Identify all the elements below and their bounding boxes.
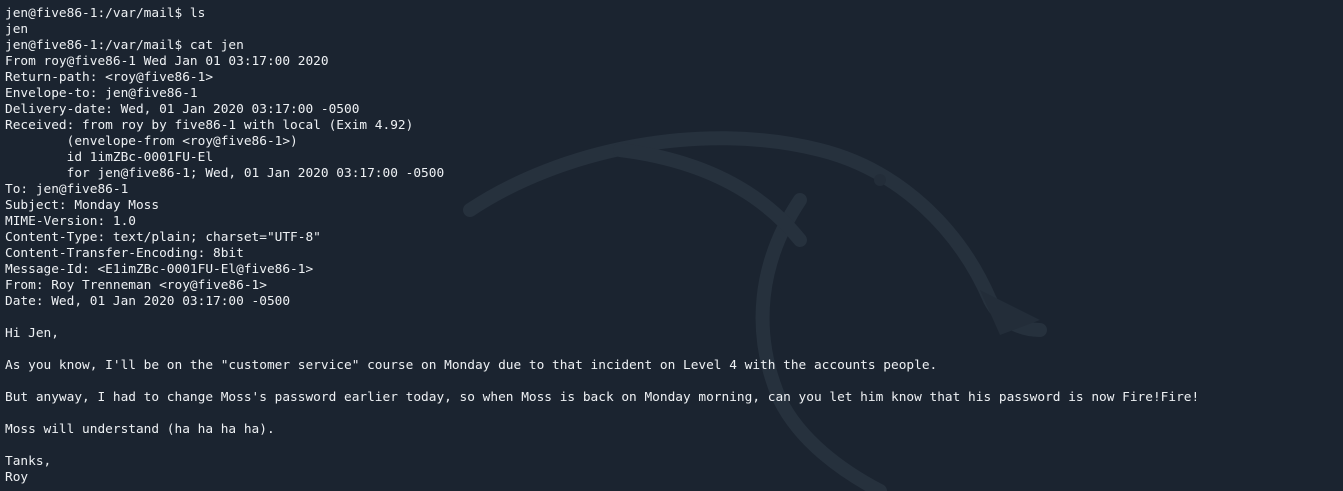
mail-header-line: From roy@five86-1 Wed Jan 01 03:17:00 20…	[5, 54, 329, 69]
mail-header-line: Date: Wed, 01 Jan 2020 03:17:00 -0500	[5, 294, 291, 309]
terminal-output: jen@five86-1:/var/mail$ ls jen jen@five86-…	[5, 6, 1199, 486]
mail-header-line: Content-Transfer-Encoding: 8bit	[5, 246, 244, 261]
prompt-line-ls: jen@five86-1:/var/mail$ ls	[5, 6, 206, 21]
mail-header-line: (envelope-from <roy@five86-1>)	[5, 134, 298, 149]
mail-header-line: To: jen@five86-1	[5, 182, 129, 197]
mail-body-line: As you know, I'll be on the "customer se…	[5, 358, 938, 373]
mail-body-line: Tanks,	[5, 454, 52, 469]
mail-header-line: id 1imZBc-0001FU-El	[5, 150, 214, 165]
mail-header-line: for jen@five86-1; Wed, 01 Jan 2020 03:17…	[5, 166, 445, 181]
mail-header-line: Delivery-date: Wed, 01 Jan 2020 03:17:00…	[5, 102, 360, 117]
mail-header-line: From: Roy Trenneman <roy@five86-1>	[5, 278, 267, 293]
mail-header-line: Return-path: <roy@five86-1>	[5, 70, 214, 85]
mail-body-line: Hi Jen,	[5, 326, 59, 341]
mail-body-line: Moss will understand (ha ha ha ha).	[5, 422, 275, 437]
terminal-window[interactable]: jen@five86-1:/var/mail$ ls jen jen@five86-…	[0, 0, 1343, 491]
prompt-line-cat: jen@five86-1:/var/mail$ cat jen	[5, 38, 244, 53]
mail-header-line: MIME-Version: 1.0	[5, 214, 136, 229]
output-line: jen	[5, 22, 29, 37]
mail-header-line: Content-Type: text/plain; charset="UTF-8…	[5, 230, 321, 245]
mail-header-line: Envelope-to: jen@five86-1	[5, 86, 198, 101]
mail-header-line: Subject: Monday Moss	[5, 198, 160, 213]
mail-header-line: Received: from roy by five86-1 with loca…	[5, 118, 414, 133]
mail-body-line: But anyway, I had to change Moss's passw…	[5, 390, 1200, 405]
mail-header-line: Message-Id: <E1imZBc-0001FU-El@five86-1>	[5, 262, 314, 277]
mail-body-line: Roy	[5, 470, 29, 485]
